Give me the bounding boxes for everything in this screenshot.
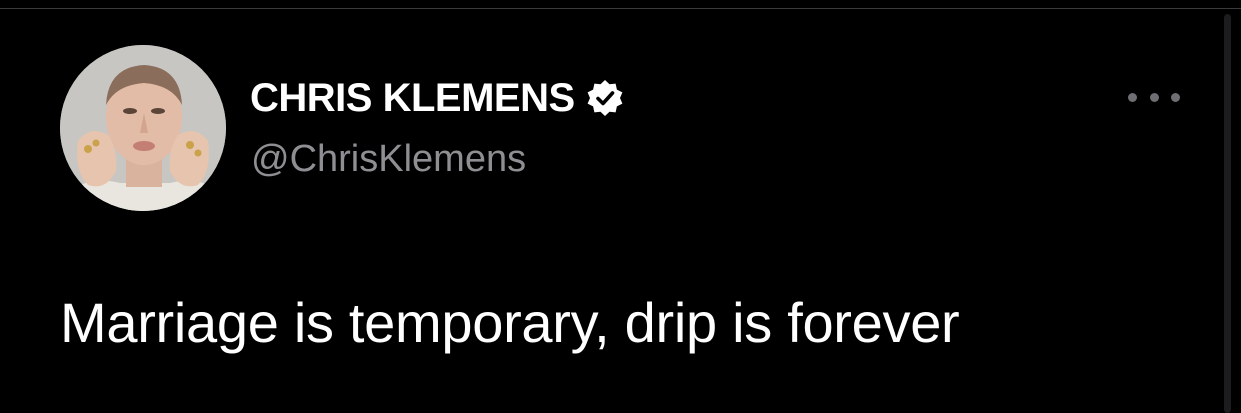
tweet-card: CHRIS KLEMENS @ChrisKlemens Marriage is … [0,0,1220,413]
ellipsis-icon [1149,92,1159,102]
more-options-button[interactable] [1128,82,1180,112]
ellipsis-icon [1171,92,1180,102]
author-handle[interactable]: @ChrisKlemens [251,136,526,182]
author-display-name[interactable]: CHRIS KLEMENS [250,74,575,122]
avatar[interactable] [60,45,226,211]
scrollbar[interactable] [1224,14,1231,413]
ellipsis-icon [1128,92,1137,102]
profile-photo-icon [60,45,226,211]
verified-badge-icon [585,78,625,118]
tweet-text: Marriage is temporary, drip is forever [60,291,960,354]
author-name-row: CHRIS KLEMENS [250,74,625,122]
